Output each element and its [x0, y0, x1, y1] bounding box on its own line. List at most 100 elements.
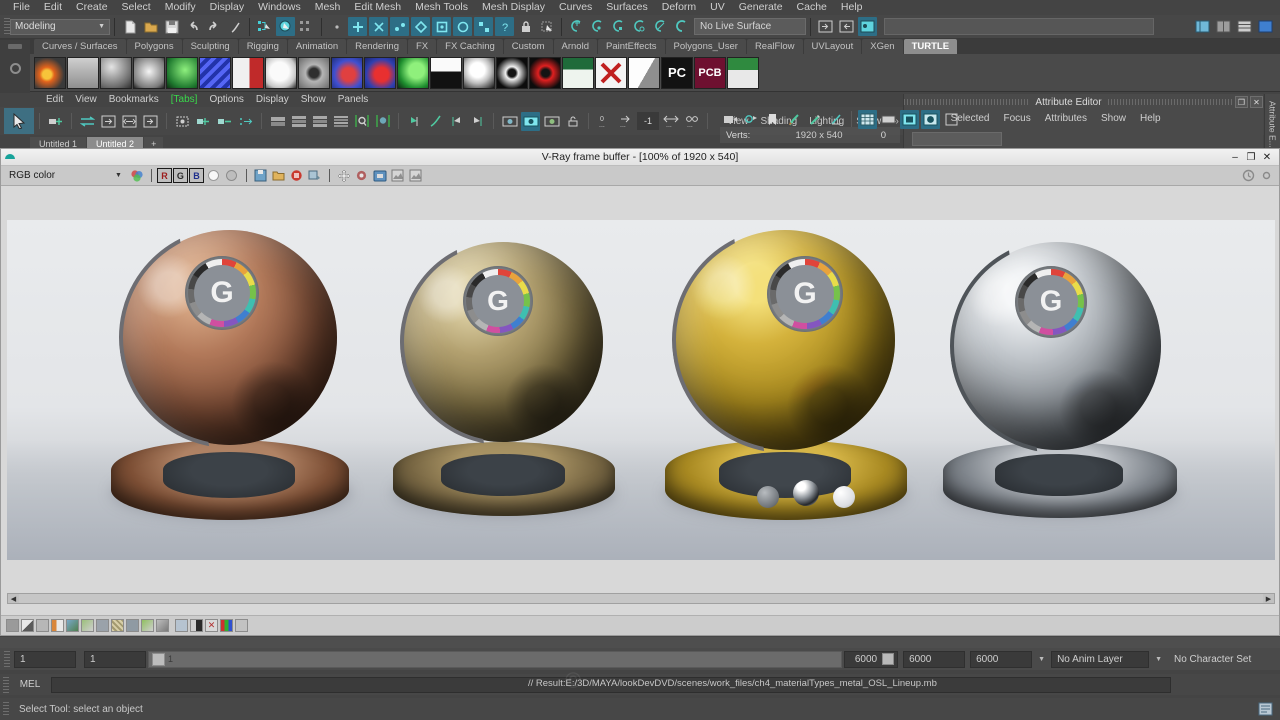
menu-windows[interactable]: Windows — [251, 0, 308, 15]
channel-box-icon[interactable] — [1235, 17, 1254, 36]
channel-b-button[interactable]: B — [188, 168, 204, 183]
layout-four-icon[interactable] — [331, 112, 350, 131]
live-surface-field[interactable]: No Live Surface — [694, 18, 806, 35]
anim-layer-field[interactable]: No Anim Layer — [1051, 650, 1150, 668]
command-search-field[interactable] — [884, 18, 1154, 35]
save-image-icon[interactable] — [253, 168, 269, 184]
scroll-track[interactable] — [19, 594, 1263, 603]
open-sidebar-right-icon[interactable] — [837, 17, 856, 36]
shelf-icon-row[interactable]: PC PCB — [0, 54, 1280, 92]
select-by-object-icon[interactable] — [276, 17, 295, 36]
snapshot-icon[interactable] — [500, 112, 519, 131]
eye-shelf-icon[interactable] — [496, 56, 528, 89]
menu-modify[interactable]: Modify — [158, 0, 203, 15]
donut-shelf-icon[interactable] — [298, 56, 330, 89]
viewport-menu-show[interactable]: Show — [295, 92, 332, 107]
hypershade-icon[interactable] — [373, 112, 392, 131]
vfb-maximize-button[interactable]: ❐ — [1243, 152, 1259, 163]
render-settings-icon[interactable] — [542, 112, 561, 131]
menu-mesh-tools[interactable]: Mesh Tools — [408, 0, 475, 15]
range-slider-knob[interactable] — [152, 652, 165, 666]
shelf-tab-sculpting[interactable]: Sculpting — [182, 39, 238, 54]
character-set-field[interactable]: No Character Set — [1168, 650, 1276, 668]
crystal-shelf-icon[interactable] — [463, 56, 495, 89]
horizontal-flip-icon[interactable] — [190, 619, 203, 632]
mask-lines-icon[interactable] — [369, 17, 388, 36]
shelf-tab-fx[interactable]: FX — [408, 39, 437, 54]
key-translate-icon[interactable] — [194, 112, 213, 131]
compare-b-icon[interactable] — [408, 168, 424, 184]
viewport-menu-display[interactable]: Display — [250, 92, 295, 107]
select-tool-icon[interactable] — [4, 108, 34, 134]
vfb-settings-icon[interactable] — [1258, 168, 1274, 184]
viewport-menu-tabs[interactable]: [Tabs] — [165, 92, 204, 107]
vfb-bottom-toolbar[interactable]: ✕ — [1, 615, 1279, 635]
script-editor-icon[interactable] — [1256, 700, 1275, 719]
select-by-component-icon[interactable] — [297, 17, 316, 36]
shelf-tab-fx-caching[interactable]: FX Caching — [437, 39, 503, 54]
sphere-gray-shelf-icon[interactable] — [100, 56, 132, 89]
frame-selection-icon[interactable] — [173, 112, 192, 131]
menu-mesh-display[interactable]: Mesh Display — [475, 0, 552, 15]
attr-menu-focus[interactable]: Focus — [996, 113, 1037, 124]
select-by-hierarchy-icon[interactable] — [255, 17, 274, 36]
grease-pencil-icon[interactable] — [805, 110, 824, 129]
range-end-field[interactable]: 6000 — [844, 650, 899, 668]
scroll-right-icon[interactable]: ▶ — [1263, 595, 1274, 603]
undo-icon[interactable] — [183, 17, 202, 36]
shelf-tab-rigging[interactable]: Rigging — [238, 39, 287, 54]
save-scene-icon[interactable] — [162, 17, 181, 36]
paint-selection-icon[interactable] — [225, 17, 244, 36]
copy-to-clipboard-icon[interactable] — [307, 168, 323, 184]
menu-edit-mesh[interactable]: Edit Mesh — [347, 0, 408, 15]
camera-icon[interactable] — [721, 110, 740, 129]
shelf-tab-polygons[interactable]: Polygons — [126, 39, 182, 54]
viewport-menu-edit[interactable]: Edit — [40, 92, 69, 107]
viewport-menu-options[interactable]: Options — [203, 92, 249, 107]
mask-help-icon[interactable]: ? — [495, 17, 514, 36]
hue-icon[interactable] — [96, 619, 109, 632]
open-scene-icon[interactable] — [141, 17, 160, 36]
help-book-icon[interactable] — [1256, 17, 1275, 36]
attribute-editor-undock-icon[interactable]: ❐ — [1235, 96, 1248, 108]
white-balance-bottom-icon[interactable] — [126, 619, 139, 632]
menu-deform[interactable]: Deform — [655, 0, 703, 15]
curve-icon[interactable] — [66, 619, 79, 632]
render-history-icon[interactable] — [1240, 168, 1256, 184]
pc-shelf-icon[interactable]: PC — [661, 56, 693, 89]
open-sidebar-left-icon[interactable] — [816, 17, 835, 36]
key-scale-icon[interactable] — [236, 112, 255, 131]
x-delete-shelf-icon[interactable] — [595, 56, 627, 89]
rgb-split-icon[interactable] — [220, 619, 233, 632]
white-balance-icon[interactable] — [206, 168, 222, 184]
menu-set-selector[interactable]: Modeling ▼ — [10, 18, 110, 35]
green-sphere-shelf-icon[interactable] — [166, 56, 198, 89]
shelf-tab-realflow[interactable]: RealFlow — [746, 39, 803, 54]
image-plane-icon[interactable] — [784, 110, 803, 129]
vfb-window-buttons[interactable]: – ❐ ✕ — [1227, 152, 1279, 163]
compare-a-icon[interactable] — [390, 168, 406, 184]
teeth-shelf-icon[interactable] — [232, 56, 264, 89]
menu-create[interactable]: Create — [69, 0, 115, 15]
expand-keys-icon[interactable]: ... — [661, 112, 680, 131]
shelf-tab-custom[interactable]: Custom — [503, 39, 553, 54]
wireframe-shaded-icon[interactable] — [900, 109, 919, 129]
dock-right-icon[interactable] — [141, 112, 160, 131]
grid-display-icon[interactable] — [858, 109, 877, 129]
current-frame-field[interactable]: 1 — [84, 650, 146, 668]
camera-attributes-icon[interactable] — [742, 110, 761, 129]
dock-left-icon[interactable] — [99, 112, 118, 131]
box-shelf-icon[interactable] — [628, 56, 660, 89]
mask-vertex-faces-icon[interactable] — [432, 17, 451, 36]
sphere-light-shelf-icon[interactable] — [133, 56, 165, 89]
shelf-side-controls[interactable] — [0, 40, 30, 93]
histogram-icon[interactable] — [235, 619, 248, 632]
shelf-tab-arnold[interactable]: Arnold — [553, 39, 597, 54]
vfb-horizontal-scrollbar[interactable]: ◀ ▶ — [7, 593, 1275, 604]
viewport-menu-panels[interactable]: Panels — [332, 92, 375, 107]
shelf-tab-polygons-user[interactable]: Polygons_User — [665, 39, 746, 54]
menu-file[interactable]: File — [6, 0, 37, 15]
snap-to-view-plane-icon[interactable] — [651, 17, 670, 36]
attribute-editor-title-bar[interactable]: Attribute Editor ❐ ✕ — [904, 94, 1263, 110]
pixel-aspect-icon[interactable] — [175, 619, 188, 632]
